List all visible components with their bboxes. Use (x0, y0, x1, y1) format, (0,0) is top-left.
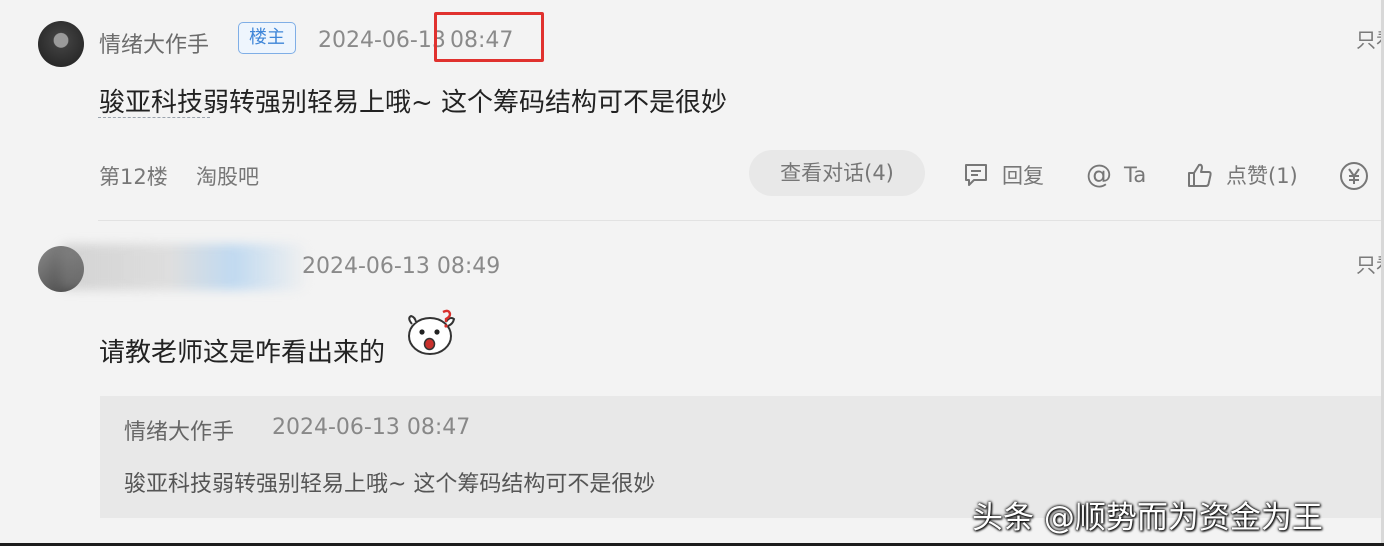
confused-cow-emoji (408, 309, 456, 355)
post-divider (98, 220, 1384, 221)
at-icon: @ (1086, 160, 1112, 190)
like-button[interactable]: 点赞(1) (1186, 160, 1298, 190)
floor-number: 第12楼 (99, 165, 168, 189)
author-avatar[interactable] (38, 21, 84, 67)
op-badge: 楼主 (238, 22, 296, 54)
reply-content: 请教老师这是咋看出来的 (99, 338, 386, 368)
author-username[interactable]: 情绪大作手 (99, 27, 209, 59)
reply-button[interactable]: 回复 (962, 160, 1044, 190)
quoted-username[interactable]: 情绪大作手 (124, 414, 234, 446)
watermark: 头条 @顺势而为资金为王 (972, 500, 1323, 536)
like-label: 点赞(1) (1226, 164, 1298, 188)
only-view-replier-link[interactable]: 只看 (1356, 249, 1384, 278)
post-date: 2024-06-13 (318, 28, 446, 53)
stock-link-underline (98, 117, 210, 118)
time-highlight-box (434, 12, 544, 62)
reward-button[interactable] (1339, 161, 1369, 191)
only-view-author-link[interactable]: 只看 (1356, 24, 1384, 53)
blurred-username (60, 244, 306, 290)
mention-button[interactable]: @ Ta (1086, 160, 1146, 190)
quoted-timestamp: 2024-06-13 08:47 (272, 415, 471, 440)
yen-icon (1340, 162, 1368, 190)
reply-timestamp: 2024-06-13 08:49 (302, 254, 501, 279)
mention-label: Ta (1124, 163, 1147, 187)
comment-icon (965, 164, 987, 186)
thumbs-up-icon (1188, 163, 1212, 187)
view-dialog-button[interactable]: 查看对话(4) (749, 150, 925, 196)
reply-label: 回复 (1002, 164, 1044, 188)
quoted-content: 骏亚科技弱转强别轻易上哦~ 这个筹码结构可不是很妙 (124, 472, 656, 497)
post-content: 骏亚科技弱转强别轻易上哦~ 这个筹码结构可不是很妙 (99, 88, 728, 118)
post-source: 淘股吧 (196, 165, 259, 189)
